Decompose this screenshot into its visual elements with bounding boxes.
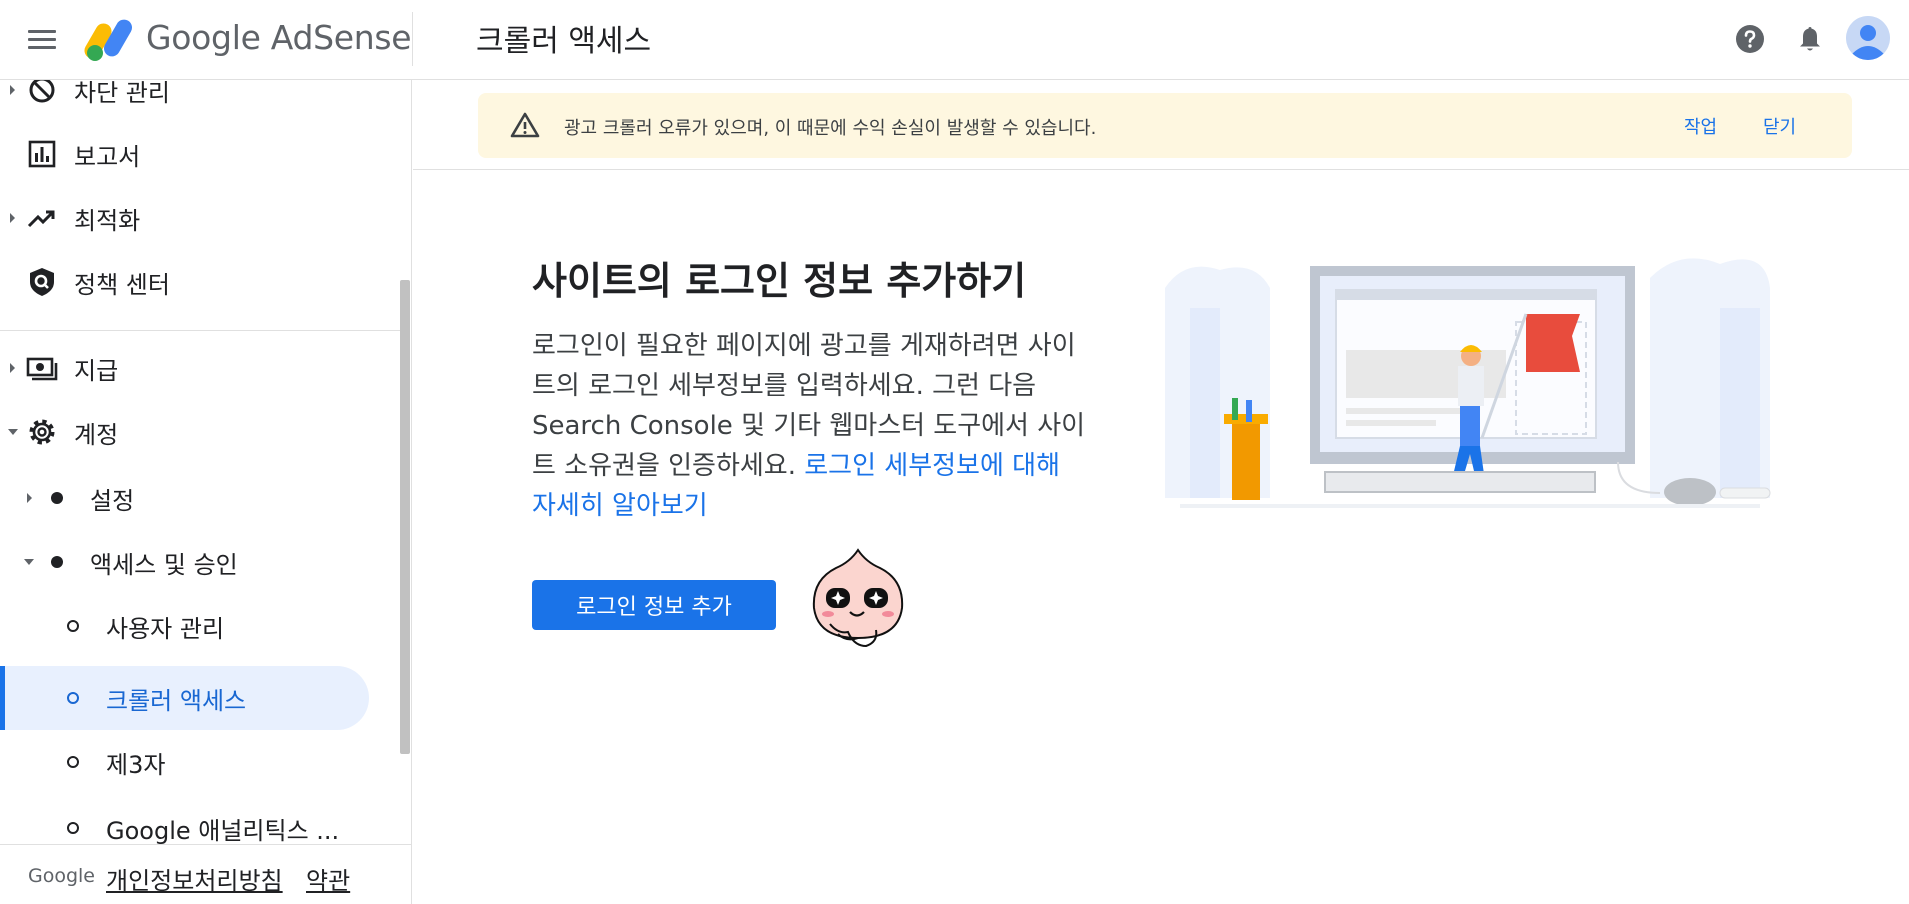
sidebar-item-user-management[interactable]: 사용자 관리	[0, 594, 370, 658]
topbar-divider	[412, 12, 413, 66]
circle-bullet-icon	[67, 756, 79, 768]
bell-icon[interactable]	[1795, 24, 1825, 54]
bullet-icon	[51, 492, 63, 504]
terms-link[interactable]: 약관	[306, 861, 350, 896]
sidebar-item-label: 제3자	[106, 750, 166, 779]
gear-icon	[29, 419, 55, 445]
bullet-icon	[51, 556, 63, 568]
help-icon[interactable]	[1735, 24, 1765, 54]
sidebar-item-label: 액세스 및 승인	[90, 550, 238, 579]
sidebar-item-access-and-authorization[interactable]: 액세스 및 승인	[0, 530, 370, 594]
expand-caret-icon[interactable]	[10, 213, 15, 223]
main-divider	[413, 169, 1909, 170]
sidebar-item-label: 사용자 관리	[106, 614, 225, 643]
sidebar-scrollbar[interactable]	[400, 280, 410, 754]
sidebar-item-label: 최적화	[74, 206, 141, 235]
sidebar-item-label: 크롤러 액세스	[106, 686, 247, 715]
sidebar-item-label: 정책 센터	[74, 270, 170, 299]
collapse-caret-icon[interactable]	[24, 559, 34, 565]
sidebar-item-optimization[interactable]: 최적화	[0, 186, 370, 250]
banner-action-button[interactable]: 작업	[1684, 113, 1717, 139]
sidebar-item-label: 계정	[74, 420, 119, 449]
banner-message: 광고 크롤러 오류가 있으며, 이 때문에 수익 손실이 발생할 수 있습니다.	[564, 118, 1097, 139]
hamburger-menu-icon[interactable]	[26, 26, 58, 54]
expand-caret-icon[interactable]	[10, 363, 15, 373]
section-description: 로그인이 필요한 페이지에 광고를 게재하려면 사이트의 로그인 세부정보를 입…	[532, 326, 1092, 526]
section-heading: 사이트의 로그인 정보 추가하기	[532, 259, 1027, 303]
add-login-info-button[interactable]: 로그인 정보 추가	[532, 580, 776, 630]
sidebar-item-block-management[interactable]: 차단 관리	[0, 80, 370, 122]
circle-bullet-icon	[67, 620, 79, 632]
top-app-bar: Google AdSense 크롤러 액세스	[0, 0, 1909, 80]
expand-caret-icon[interactable]	[27, 493, 32, 503]
payments-icon	[26, 357, 58, 381]
banner-dismiss-button[interactable]: 닫기	[1763, 113, 1796, 139]
logo-google-text: Google	[146, 18, 261, 57]
trending-up-icon	[27, 210, 55, 228]
sidebar-divider	[0, 330, 400, 331]
sidebar-footer: Google 개인정보처리방침 약관	[0, 844, 411, 904]
sidebar-item-payments[interactable]: 지급	[0, 336, 370, 400]
warning-icon	[510, 112, 540, 138]
sidebar-nav: 차단 관리 보고서 최적화 정책 센터 지급 계정 설정 액세스 및 승인 사용…	[0, 80, 412, 904]
circle-bullet-icon	[67, 822, 79, 834]
peach-character-sticker-icon	[812, 548, 904, 648]
product-name: Google AdSense	[146, 18, 412, 57]
crawler-error-banner: 광고 크롤러 오류가 있으며, 이 때문에 수익 손실이 발생할 수 있습니다.…	[478, 93, 1852, 158]
collapse-caret-icon[interactable]	[8, 429, 18, 435]
expand-caret-icon[interactable]	[10, 85, 15, 95]
sidebar-item-label: 설정	[90, 486, 135, 515]
sidebar-item-settings[interactable]: 설정	[0, 466, 370, 530]
sidebar-item-account[interactable]: 계정	[0, 400, 370, 464]
sidebar-item-label: 지급	[74, 356, 119, 385]
page-title: 크롤러 액세스	[476, 24, 652, 59]
logo-adsense-text: AdSense	[270, 18, 412, 57]
privacy-policy-link[interactable]: 개인정보처리방침	[106, 861, 283, 896]
sidebar-item-crawler-access[interactable]: 크롤러 액세스	[0, 666, 369, 730]
person-icon	[1846, 16, 1890, 60]
sidebar-item-label: 보고서	[74, 142, 141, 171]
adsense-logo-icon[interactable]	[84, 14, 148, 62]
crawler-login-illustration	[1165, 258, 1771, 508]
account-avatar-icon[interactable]	[1846, 16, 1890, 60]
block-icon	[29, 80, 55, 103]
policy-shield-icon	[30, 268, 54, 296]
sidebar-item-label: 차단 관리	[74, 80, 170, 107]
circle-bullet-icon	[67, 692, 79, 704]
sidebar-item-policy-center[interactable]: 정책 센터	[0, 250, 370, 314]
sidebar-item-reports[interactable]: 보고서	[0, 122, 370, 186]
bar-chart-icon	[28, 140, 56, 168]
footer-google-text: Google	[28, 865, 96, 887]
sidebar-item-third-party[interactable]: 제3자	[0, 730, 370, 794]
sidebar-item-label: Google 애널리틱스 ...	[106, 816, 340, 845]
